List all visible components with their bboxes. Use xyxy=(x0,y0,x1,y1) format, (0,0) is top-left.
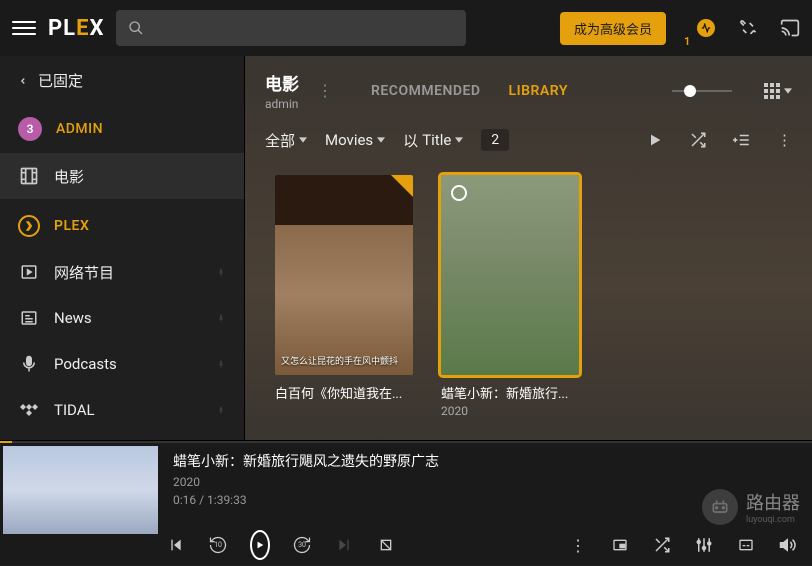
prev-button[interactable] xyxy=(166,535,186,555)
pin-icon xyxy=(216,265,226,279)
tab-library[interactable]: LIBRARY xyxy=(509,83,568,99)
avatar: 3 xyxy=(18,117,42,141)
library-owner: admin xyxy=(265,97,299,111)
poster-image: 又怎么让昆花的手在风中颤抖 xyxy=(275,175,413,375)
play-button[interactable] xyxy=(250,535,270,555)
user-name: ADMIN xyxy=(56,121,103,137)
shuffle-button[interactable] xyxy=(652,535,672,555)
tidal-icon xyxy=(18,399,40,421)
chevron-down-icon xyxy=(455,137,463,143)
equalizer-button[interactable] xyxy=(694,535,714,555)
library-title: 电影 xyxy=(265,70,299,95)
poster-overlay-text: 又怎么让昆花的手在风中颤抖 xyxy=(281,354,407,367)
chevron-down-icon xyxy=(377,137,385,143)
plex-logo[interactable]: PLEX xyxy=(48,16,104,41)
mic-icon xyxy=(18,353,40,375)
poster-title: 白百何《你知道我在... xyxy=(275,383,413,402)
volume-button[interactable] xyxy=(778,535,798,555)
filter-all[interactable]: 全部 xyxy=(265,130,307,151)
player-more-button[interactable]: ⋮ xyxy=(568,535,588,555)
pin-icon xyxy=(216,403,226,417)
player-time: 0:16 / 1:39:33 xyxy=(173,493,800,507)
stop-button[interactable] xyxy=(376,535,396,555)
zoom-slider[interactable] xyxy=(672,90,732,92)
sidebar-item-webshows[interactable]: 网络节目 xyxy=(0,249,244,295)
logo-text: X xyxy=(89,16,104,41)
sidebar-item-label: Podcasts xyxy=(54,355,117,373)
sidebar-item-label: 电影 xyxy=(54,166,84,187)
filter-type[interactable]: Movies xyxy=(325,131,385,149)
sidebar-user[interactable]: 3 ADMIN xyxy=(0,105,244,153)
chevron-left-icon xyxy=(18,74,28,88)
sidebar-item-news[interactable]: News xyxy=(0,295,244,341)
sidebar-item-label: News xyxy=(54,309,92,327)
pin-icon xyxy=(216,357,226,371)
activity-badge: 1 xyxy=(684,35,690,48)
poster-card[interactable]: 又怎么让昆花的手在风中颤抖 白百何《你知道我在... xyxy=(275,175,413,418)
grid-icon xyxy=(764,83,780,99)
more-button[interactable]: ⋮ xyxy=(777,131,792,149)
filter-label: 以 xyxy=(403,130,418,151)
activity-icon[interactable]: 1 xyxy=(696,18,716,38)
filter-sort[interactable]: 以 Title xyxy=(403,130,463,151)
forward-button[interactable]: 30 xyxy=(292,535,312,555)
search-icon xyxy=(128,20,144,36)
chevron-down-icon xyxy=(299,137,307,143)
filter-label: 全部 xyxy=(265,130,295,151)
library-menu-icon[interactable]: ⋮ xyxy=(317,81,333,100)
poster-image xyxy=(441,175,579,375)
rewind-button[interactable]: 10 xyxy=(208,535,228,555)
back-button[interactable]: 已固定 xyxy=(0,56,244,105)
play-box-icon xyxy=(18,261,40,283)
filter-label: Movies xyxy=(325,131,373,149)
sidebar-item-movies[interactable]: 电影 xyxy=(0,153,244,199)
plex-label: PLEX xyxy=(54,218,89,234)
item-count: 2 xyxy=(481,129,509,151)
grid-view-button[interactable] xyxy=(764,83,792,99)
unwatched-flag xyxy=(391,175,413,197)
content-area: 电影 admin ⋮ RECOMMENDED LIBRARY 全部 Movies… xyxy=(245,56,812,440)
news-icon xyxy=(18,307,40,329)
search-input[interactable] xyxy=(116,10,466,46)
poster-card[interactable]: 蜡笔小新：新婚旅行... 2020 xyxy=(441,175,579,418)
progress-bar[interactable] xyxy=(0,441,812,443)
player-title: 蜡笔小新：新婚旅行飓风之遗失的野原广志 xyxy=(173,451,800,471)
shuffle-button[interactable] xyxy=(689,131,707,149)
sidebar-item-label: 网络节目 xyxy=(54,262,114,283)
next-button[interactable] xyxy=(334,535,354,555)
selection-mark xyxy=(451,185,467,201)
player-bar: 蜡笔小新：新婚旅行飓风之遗失的野原广志 2020 0:16 / 1:39:33 … xyxy=(0,440,812,565)
logo-text: PL xyxy=(48,16,76,41)
sidebar-item-podcasts[interactable]: Podcasts xyxy=(0,341,244,387)
poster-year: 2020 xyxy=(441,404,579,418)
premium-button[interactable]: 成为高级会员 xyxy=(560,12,666,45)
player-thumbnail[interactable] xyxy=(3,446,158,534)
menu-button[interactable] xyxy=(12,16,36,40)
logo-text: E xyxy=(76,16,89,41)
sidebar: 已固定 3 ADMIN 电影 PLEX 网络节目 News Podcasts xyxy=(0,56,245,440)
poster-title: 蜡笔小新：新婚旅行... xyxy=(441,383,579,402)
film-icon xyxy=(18,165,40,187)
tab-recommended[interactable]: RECOMMENDED xyxy=(371,83,481,99)
pip-button[interactable] xyxy=(610,535,630,555)
filter-label: Title xyxy=(422,131,451,149)
chevron-down-icon xyxy=(784,88,792,94)
sidebar-item-label: TIDAL xyxy=(54,401,95,419)
add-to-button[interactable] xyxy=(733,131,751,149)
settings-icon[interactable] xyxy=(738,18,758,38)
cast-icon[interactable] xyxy=(780,18,800,38)
play-all-button[interactable] xyxy=(647,132,663,148)
player-year: 2020 xyxy=(173,475,800,489)
plex-icon xyxy=(18,215,40,237)
sidebar-item-tidal[interactable]: TIDAL xyxy=(0,387,244,433)
back-label: 已固定 xyxy=(38,70,83,91)
subtitle-button[interactable] xyxy=(736,535,756,555)
pin-icon xyxy=(216,311,226,325)
plex-section[interactable]: PLEX xyxy=(0,199,244,249)
